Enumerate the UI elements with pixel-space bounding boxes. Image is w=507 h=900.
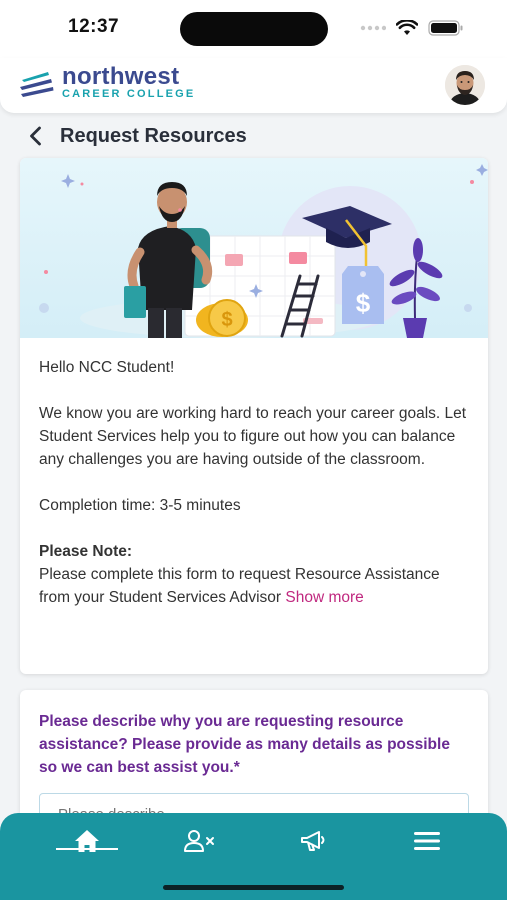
status-icons (360, 20, 464, 36)
back-arrow-icon[interactable] (24, 124, 48, 148)
bottom-nav (0, 813, 507, 900)
menu-icon (414, 832, 440, 850)
page-title: Request Resources (60, 124, 247, 147)
request-question-label: Please describe why you are requesting r… (39, 713, 450, 776)
dynamic-island (180, 12, 328, 46)
intro-paragraph: We know you are working hard to reach yo… (39, 405, 467, 468)
note-title: Please Note: (39, 543, 133, 560)
svg-text:$: $ (356, 288, 371, 318)
status-time: 12:37 (68, 16, 120, 37)
show-more-link[interactable]: Show more (285, 589, 363, 606)
nav-menu[interactable] (396, 821, 458, 861)
hero-illustration: $ $ (20, 158, 488, 338)
intro-card: $ $ Hello NCC Student! We know you are w… (20, 158, 488, 674)
megaphone-icon (301, 831, 325, 851)
app-header: northwest CAREER COLLEGE (0, 58, 507, 113)
note-paragraph: Please complete this form to request Res… (39, 563, 471, 609)
nav-announcements[interactable] (282, 821, 344, 861)
wifi-icon (396, 20, 418, 35)
nav-home[interactable] (56, 821, 118, 861)
intro-text: Hello NCC Student! We know you are worki… (39, 356, 471, 609)
home-indicator (163, 885, 344, 890)
active-tab-indicator (56, 848, 118, 850)
note-text: Please complete this form to request Res… (39, 566, 440, 606)
logo-mark-icon (20, 71, 54, 97)
user-remove-icon (184, 830, 214, 852)
svg-text:$: $ (221, 309, 232, 331)
page-header: Request Resources (24, 122, 247, 150)
nav-user-remove[interactable] (168, 821, 230, 861)
signal-icon (360, 25, 386, 31)
greeting-text: Hello NCC Student! (39, 359, 175, 376)
battery-icon (428, 20, 463, 36)
logo-name: northwest (62, 63, 180, 90)
avatar[interactable] (445, 65, 485, 105)
college-logo[interactable]: northwest CAREER COLLEGE (18, 63, 196, 101)
completion-time: Completion time: 3-5 minutes (39, 497, 241, 514)
status-bar: 12:37 (0, 0, 507, 58)
home-icon (75, 830, 99, 852)
logo-subtitle: CAREER COLLEGE (62, 88, 196, 100)
